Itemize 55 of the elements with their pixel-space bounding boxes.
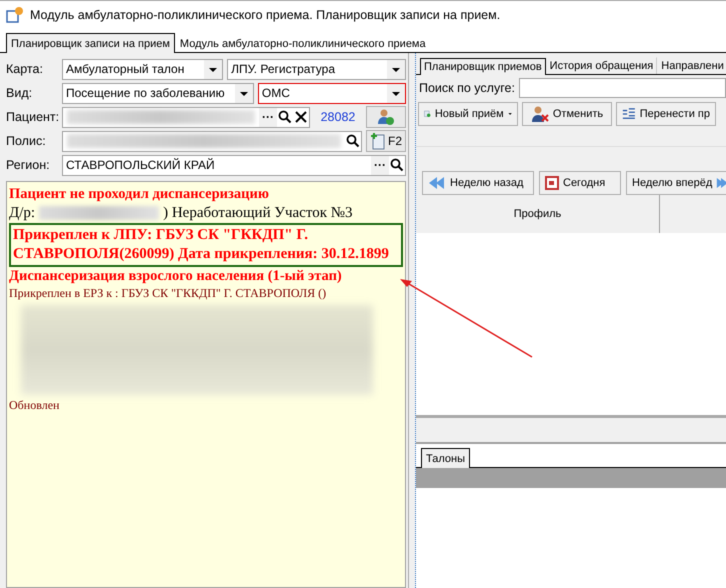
dropdown-caret-icon[interactable] xyxy=(387,84,405,102)
dropdown-field[interactable]: ОМС xyxy=(258,82,406,104)
move-list-icon xyxy=(622,107,636,121)
field-label: Пациент: xyxy=(6,110,58,124)
patient-number-link[interactable]: 28082 xyxy=(314,110,362,124)
dropdown-field[interactable]: Посещение по заболеванию xyxy=(62,82,254,104)
patient-check-button[interactable] xyxy=(366,106,406,128)
service-search-field[interactable] xyxy=(518,78,726,98)
tickets-tab[interactable]: Талоны xyxy=(421,448,470,468)
birthdate-label: Д/р: xyxy=(9,204,36,223)
close-icon[interactable] xyxy=(293,109,309,125)
field-label: Регион: xyxy=(6,158,51,172)
more-button[interactable]: ··· xyxy=(259,108,277,126)
window-title: Модуль амбулаторно-поликлинического приема. Планировщик записи на прием. xyxy=(30,8,500,22)
patient-field[interactable]: ··· xyxy=(62,106,310,128)
status-text: ) Неработающий Участок №3 xyxy=(163,204,353,223)
dropdown-field[interactable]: ЛПУ. Регистратура xyxy=(227,58,406,80)
warning-heading: Пациент не проходил диспансеризацию xyxy=(9,185,270,203)
user-check-icon xyxy=(377,108,395,126)
add-policy-button[interactable]: F2 xyxy=(366,130,406,152)
region-field[interactable]: СТАВРОПОЛЬСКИЙ КРАЙ ··· xyxy=(62,154,406,176)
reschedule-button[interactable]: Перенести пр xyxy=(616,102,716,126)
search-label: Поиск по услуге: xyxy=(419,81,515,95)
previous-week-button[interactable]: Неделю назад xyxy=(422,171,534,195)
scheduler-tab[interactable]: История обращения xyxy=(546,57,658,74)
info-text: Прикреплен в ЕРЗ к : ГБУЗ СК "ГККДП" Г. СТАВРОПОЛЯ () xyxy=(9,285,328,301)
field-label: Карта: xyxy=(6,62,44,76)
scheduler-tab[interactable]: Направлени xyxy=(657,57,726,74)
info-text: Обновлен xyxy=(9,397,60,413)
dropdown-field[interactable]: Амбулаторный талон xyxy=(62,58,224,80)
attachment-text: Прикреплен к ЛПУ: ГБУЗ СК "ГККДП" Г. СТАВРОПОЛЯ(260099) Дата прикрепления: 30.12.1899 xyxy=(9,223,403,267)
today-button[interactable]: Сегодня xyxy=(539,171,621,195)
dropdown-caret-icon[interactable] xyxy=(387,60,405,78)
more-button[interactable]: ··· xyxy=(371,156,389,174)
calendar-clock-icon xyxy=(6,6,24,24)
warning-heading: Диспансеризация взрослого населения (1-ый этап) xyxy=(9,267,343,285)
dropdown-caret-icon[interactable] xyxy=(234,84,253,102)
scheduler-tab[interactable]: Планировщик приемов xyxy=(420,58,546,75)
user-cancel-icon xyxy=(530,105,549,123)
cancel-button[interactable]: Отменить xyxy=(522,102,612,126)
policy-field[interactable] xyxy=(62,130,362,152)
dropdown-caret-icon[interactable] xyxy=(204,60,222,78)
field-label: Вид: xyxy=(6,86,34,100)
forward-arrow-icon xyxy=(716,176,726,190)
search-icon[interactable] xyxy=(345,133,361,149)
search-icon[interactable] xyxy=(277,109,293,125)
field-label: Полис: xyxy=(6,134,47,148)
back-arrow-icon xyxy=(428,176,446,190)
add-document-icon xyxy=(370,132,386,150)
module-tab[interactable]: Планировщик записи на прием xyxy=(6,33,175,53)
search-icon[interactable] xyxy=(389,157,405,173)
new-appointment-button[interactable]: Новый приём xyxy=(418,102,518,126)
column-header: Профиль xyxy=(416,195,660,233)
calendar-icon xyxy=(545,176,559,190)
next-week-button[interactable]: Неделю вперёд xyxy=(626,171,726,195)
